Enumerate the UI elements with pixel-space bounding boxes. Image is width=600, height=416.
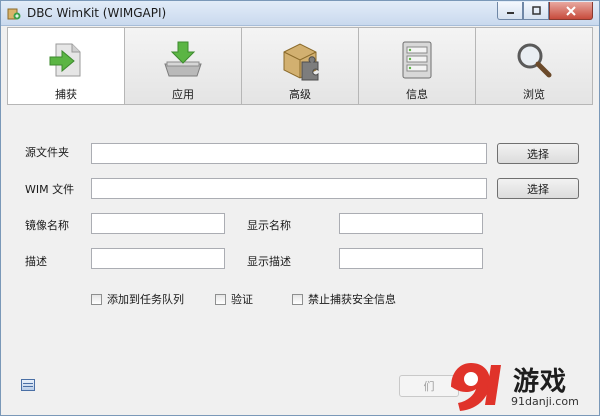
checkbox-box[interactable] [292, 293, 303, 305]
advanced-icon [283, 43, 319, 81]
tab-info-label: 信息 [406, 88, 428, 101]
info-icon [402, 41, 432, 79]
minimize-icon [506, 12, 514, 14]
log-icon[interactable] [21, 379, 35, 391]
tab-browse[interactable]: 浏览 [476, 28, 592, 104]
window-title: DBC WimKit (WIMGAPI) [27, 6, 167, 20]
wim-file-browse-button[interactable]: 选择 [497, 178, 579, 199]
tab-advanced[interactable]: 高级 [242, 28, 359, 104]
maximize-button[interactable] [523, 2, 549, 20]
close-button[interactable] [549, 2, 593, 20]
tab-info[interactable]: 信息 [359, 28, 476, 104]
close-icon [566, 5, 576, 16]
no-security-info-label: 禁止捕获安全信息 [308, 293, 396, 306]
minimize-button[interactable] [497, 2, 523, 20]
display-description-label: 显示描述 [247, 255, 291, 268]
source-folder-label: 源文件夹 [25, 146, 69, 159]
app-window: DBC WimKit (WIMGAPI) 捕获 应用 高级 信息 浏览 源文件夹… [0, 0, 600, 416]
watermark-url: 91danji.com [511, 395, 579, 408]
tab-browse-label: 浏览 [523, 88, 545, 101]
no-security-info-checkbox[interactable]: 禁止捕获安全信息 [292, 291, 396, 307]
display-description-input[interactable] [339, 248, 483, 269]
add-to-queue-checkbox[interactable]: 添加到任务队列 [91, 291, 184, 307]
tab-capture-label: 捕获 [55, 88, 77, 101]
verify-checkbox[interactable]: 验证 [215, 291, 253, 307]
display-name-input[interactable] [339, 213, 483, 234]
source-folder-browse-button[interactable]: 选择 [497, 143, 579, 164]
wim-file-label: WIM 文件 [25, 183, 75, 196]
title-bar: DBC WimKit (WIMGAPI) [1, 1, 599, 26]
checkbox-box[interactable] [91, 293, 102, 305]
browse-icon [517, 43, 552, 78]
verify-label: 验证 [231, 293, 253, 306]
image-name-input[interactable] [91, 213, 225, 234]
capture-icon [49, 43, 81, 77]
display-name-label: 显示名称 [247, 219, 291, 232]
image-name-label: 镜像名称 [25, 219, 69, 232]
window-controls [497, 2, 593, 20]
watermark-brand: 游戏 [513, 367, 568, 397]
maximize-icon [531, 6, 541, 15]
app-icon [7, 8, 21, 20]
tab-apply-label: 应用 [172, 88, 194, 101]
description-input[interactable] [91, 248, 225, 269]
wim-file-input[interactable] [91, 178, 487, 199]
tab-capture[interactable]: 捕获 [8, 28, 125, 104]
apply-icon [164, 41, 202, 77]
main-toolbar: 捕获 应用 高级 信息 浏览 [7, 27, 593, 105]
source-folder-input[interactable] [91, 143, 487, 164]
description-label: 描述 [25, 255, 47, 268]
add-to-queue-label: 添加到任务队列 [107, 293, 184, 306]
capture-panel: 源文件夹 选择 WIM 文件 选择 镜像名称 显示名称 描述 显示描述 添加到任… [7, 105, 593, 373]
tab-advanced-label: 高级 [289, 88, 311, 101]
checkbox-box[interactable] [215, 293, 226, 305]
tab-apply[interactable]: 应用 [125, 28, 242, 104]
